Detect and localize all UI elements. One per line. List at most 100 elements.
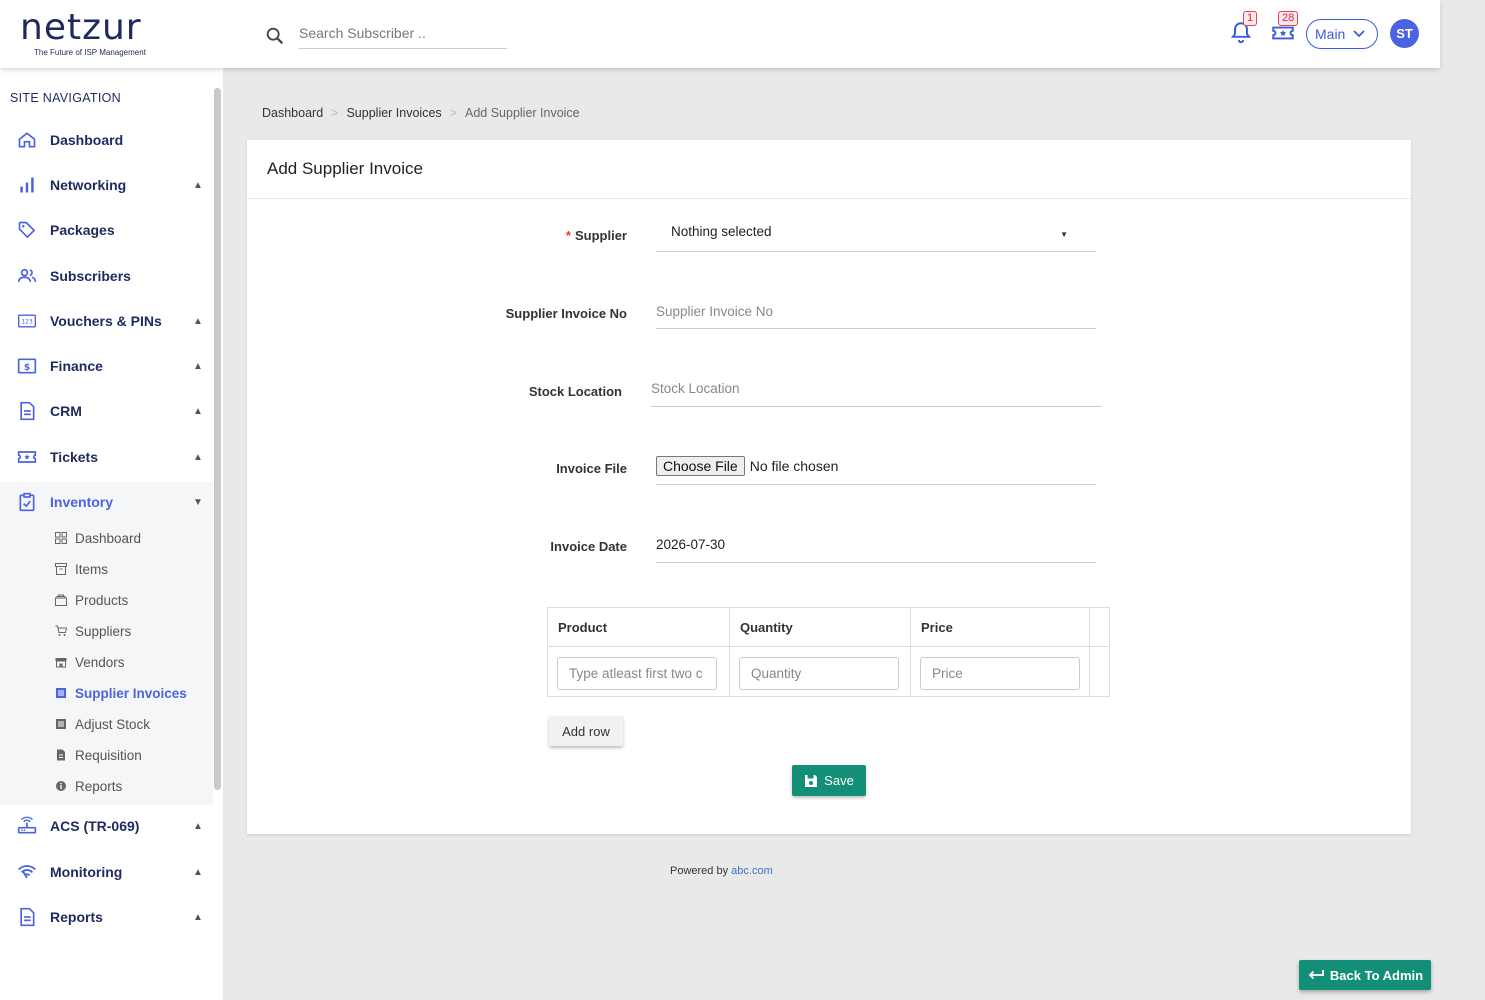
sidebar-item-monitoring[interactable]: Monitoring ▲ xyxy=(0,852,213,892)
breadcrumb: Dashboard > Supplier Invoices > Add Supp… xyxy=(262,106,580,120)
users-icon xyxy=(17,268,37,282)
stock-location-input[interactable]: Stock Location xyxy=(651,381,1102,407)
sidebar-item-label: Tickets xyxy=(50,449,98,465)
save-button-label: Save xyxy=(824,773,854,788)
breadcrumb-separator: > xyxy=(449,106,457,120)
price-input[interactable]: Price xyxy=(920,657,1080,690)
submenu-item-requisition[interactable]: Requisition xyxy=(0,742,213,768)
notifications-badge: 1 xyxy=(1243,11,1258,26)
submenu-item-items[interactable]: Items xyxy=(0,556,213,582)
supplier-select-value: Nothing selected xyxy=(671,224,772,239)
sidebar: SITE NAVIGATION Dashboard Networking ▲ P… xyxy=(0,68,223,1000)
bar-chart-icon xyxy=(20,177,34,193)
expand-caret-icon: ▲ xyxy=(193,911,203,923)
grid-icon xyxy=(55,532,67,544)
user-avatar[interactable]: ST xyxy=(1390,19,1419,48)
add-supplier-invoice-card: Add Supplier Invoice * Supplier Nothing s… xyxy=(247,140,1411,834)
chevron-down-icon xyxy=(1353,30,1365,38)
add-row-button[interactable]: Add row xyxy=(549,716,623,746)
tickets-button[interactable]: 28 xyxy=(1270,11,1299,46)
sidebar-item-subscribers[interactable]: Subscribers xyxy=(0,256,213,296)
breadcrumb-current: Add Supplier Invoice xyxy=(464,106,580,120)
expand-caret-icon: ▲ xyxy=(193,820,203,832)
sidebar-item-label: ACS (TR-069) xyxy=(50,818,140,834)
subscriber-search xyxy=(264,22,507,49)
submenu-item-label: Requisition xyxy=(75,747,142,763)
footer: Powered by abc.com xyxy=(670,865,773,877)
info-icon xyxy=(56,781,66,791)
notifications-button[interactable]: 1 xyxy=(1228,11,1258,46)
site-navigation-title: SITE NAVIGATION xyxy=(10,91,121,105)
sidebar-item-tickets[interactable]: Tickets ▲ xyxy=(0,437,213,477)
breadcrumb-dashboard[interactable]: Dashboard xyxy=(262,106,323,120)
sidebar-item-vouchers[interactable]: 123 Vouchers & PINs ▲ xyxy=(0,301,213,341)
submenu-item-products[interactable]: Products xyxy=(0,587,213,613)
sidebar-item-label: Inventory xyxy=(50,494,114,510)
sidebar-item-inventory[interactable]: Inventory ▼ xyxy=(0,482,213,522)
supplier-select[interactable]: Nothing selected ▼ xyxy=(656,223,1096,252)
save-button[interactable]: Save xyxy=(792,765,866,796)
router-icon xyxy=(17,816,37,834)
document-icon xyxy=(20,907,35,927)
sidebar-item-label: Monitoring xyxy=(50,864,123,880)
home-icon xyxy=(18,132,36,148)
clipboard-check-icon xyxy=(19,492,35,512)
quantity-cell: Quantity xyxy=(730,647,911,697)
branch-select[interactable]: Main xyxy=(1306,19,1378,49)
sidebar-item-label: Finance xyxy=(50,358,103,374)
svg-text:123: 123 xyxy=(21,320,32,326)
expand-caret-icon: ▲ xyxy=(193,315,203,327)
list-icon xyxy=(56,688,66,698)
cart-icon xyxy=(55,625,67,636)
submenu-item-vendors[interactable]: Vendors xyxy=(0,649,213,675)
pin-123-icon: 123 xyxy=(18,314,36,328)
quantity-input[interactable]: Quantity xyxy=(739,657,899,690)
column-header-product: Product xyxy=(548,608,730,647)
sidebar-item-finance[interactable]: $ Finance ▲ xyxy=(0,346,213,386)
store-icon xyxy=(55,658,67,668)
back-to-admin-button[interactable]: Back To Admin xyxy=(1299,960,1431,990)
expand-caret-icon: ▲ xyxy=(193,360,203,372)
submenu-item-supplier-invoices[interactable]: Supplier Invoices xyxy=(0,680,213,706)
invoice-file-input[interactable]: Choose File No file chosen xyxy=(656,456,1096,485)
sidebar-item-reports[interactable]: Reports ▲ xyxy=(0,897,213,937)
invoice-date-input[interactable]: 2026-07-30 xyxy=(656,537,1096,563)
sidebar-item-dashboard[interactable]: Dashboard xyxy=(0,120,213,160)
submenu-item-adjust-stock[interactable]: Adjust Stock xyxy=(0,711,213,737)
breadcrumb-supplier-invoices[interactable]: Supplier Invoices xyxy=(346,106,441,120)
invoice-no-input[interactable]: Supplier Invoice No xyxy=(656,304,1096,329)
sidebar-scrollbar[interactable] xyxy=(214,88,221,790)
tickets-badge: 28 xyxy=(1278,11,1299,26)
submenu-item-label: Products xyxy=(75,592,129,608)
submenu-item-dashboard[interactable]: Dashboard xyxy=(0,525,213,551)
product-input[interactable]: Type atleast first two c xyxy=(557,657,717,690)
stock-location-label: Stock Location xyxy=(528,384,622,399)
branch-select-value: Main xyxy=(1315,26,1346,42)
column-header-quantity: Quantity xyxy=(730,608,911,647)
expand-caret-icon: ▲ xyxy=(193,866,203,878)
choose-file-button[interactable]: Choose File xyxy=(656,456,745,476)
submenu-item-suppliers[interactable]: Suppliers xyxy=(0,618,213,644)
submenu-item-label: Reports xyxy=(75,778,123,794)
ticket-icon xyxy=(17,451,37,463)
submenu-item-label: Dashboard xyxy=(75,530,142,546)
sidebar-item-label: Subscribers xyxy=(50,268,131,284)
sidebar-item-packages[interactable]: Packages xyxy=(0,210,213,250)
floppy-disk-icon xyxy=(805,774,818,787)
invoice-items-table: Product Quantity Price Type atleast firs… xyxy=(547,607,1110,697)
wifi-icon xyxy=(18,865,36,879)
sidebar-item-label: Reports xyxy=(50,909,103,925)
product-cell: Type atleast first two c xyxy=(548,647,730,697)
sidebar-item-crm[interactable]: CRM ▲ xyxy=(0,391,213,431)
search-input[interactable] xyxy=(299,22,507,49)
sidebar-item-networking[interactable]: Networking ▲ xyxy=(0,165,213,205)
footer-link[interactable]: abc.com xyxy=(731,865,773,877)
brand-logo[interactable]: netzur The Future of ISP Management xyxy=(20,10,146,58)
price-cell: Price xyxy=(911,647,1090,697)
submenu-item-reports[interactable]: Reports xyxy=(0,773,213,799)
sidebar-item-label: Vouchers & PINs xyxy=(50,313,162,329)
search-icon[interactable] xyxy=(264,25,286,47)
required-marker: * xyxy=(565,228,571,243)
sidebar-item-acs[interactable]: ACS (TR-069) ▲ xyxy=(0,806,213,846)
sidebar-item-label: Networking xyxy=(50,177,127,193)
